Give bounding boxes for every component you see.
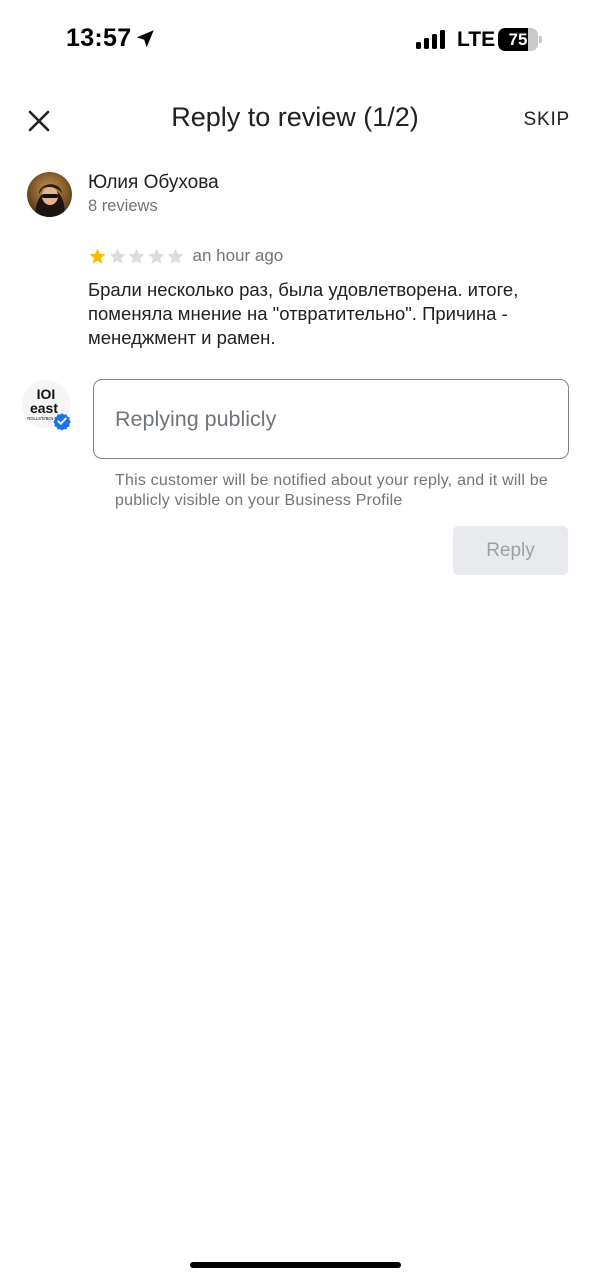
reply-visibility-notice: This customer will be notified about you… bbox=[115, 472, 548, 509]
status-time: 13:57 bbox=[66, 24, 132, 52]
star-empty-icon bbox=[109, 248, 125, 264]
star-filled-icon bbox=[89, 248, 106, 264]
star-empty-icon bbox=[167, 248, 184, 264]
status-bar: 13:57 LTE 75 bbox=[0, 0, 590, 80]
battery-percentage: 75 bbox=[508, 30, 528, 49]
reviewer-avatar[interactable] bbox=[27, 172, 72, 217]
review-rating: an hour ago bbox=[88, 246, 283, 266]
star-rating bbox=[88, 247, 186, 266]
reply-button[interactable]: Reply bbox=[453, 526, 568, 575]
skip-button[interactable]: SKIP bbox=[524, 109, 571, 131]
page-title: Reply to review (1/2) bbox=[171, 102, 419, 132]
reply-input[interactable] bbox=[93, 379, 569, 459]
battery-icon: 75 bbox=[498, 28, 542, 51]
verified-badge-icon bbox=[52, 411, 72, 431]
signal-icon bbox=[416, 30, 447, 49]
network-type: LTE bbox=[457, 28, 496, 51]
star-empty-icon bbox=[128, 248, 145, 264]
review-text: Брали несколько раз, была удовлетворена.… bbox=[88, 279, 519, 348]
star-empty-icon bbox=[148, 248, 164, 264]
reviewer-name[interactable]: Юлия Обухова bbox=[88, 172, 219, 194]
close-button[interactable] bbox=[22, 104, 56, 138]
home-indicator[interactable] bbox=[190, 1262, 401, 1268]
reviewer-review-count: 8 reviews bbox=[88, 197, 158, 215]
business-avatar: IOI east ROLLS'N'BOWLS bbox=[22, 380, 72, 431]
review-time: an hour ago bbox=[192, 246, 284, 265]
location-arrow-icon bbox=[136, 30, 154, 48]
close-icon bbox=[28, 110, 50, 132]
